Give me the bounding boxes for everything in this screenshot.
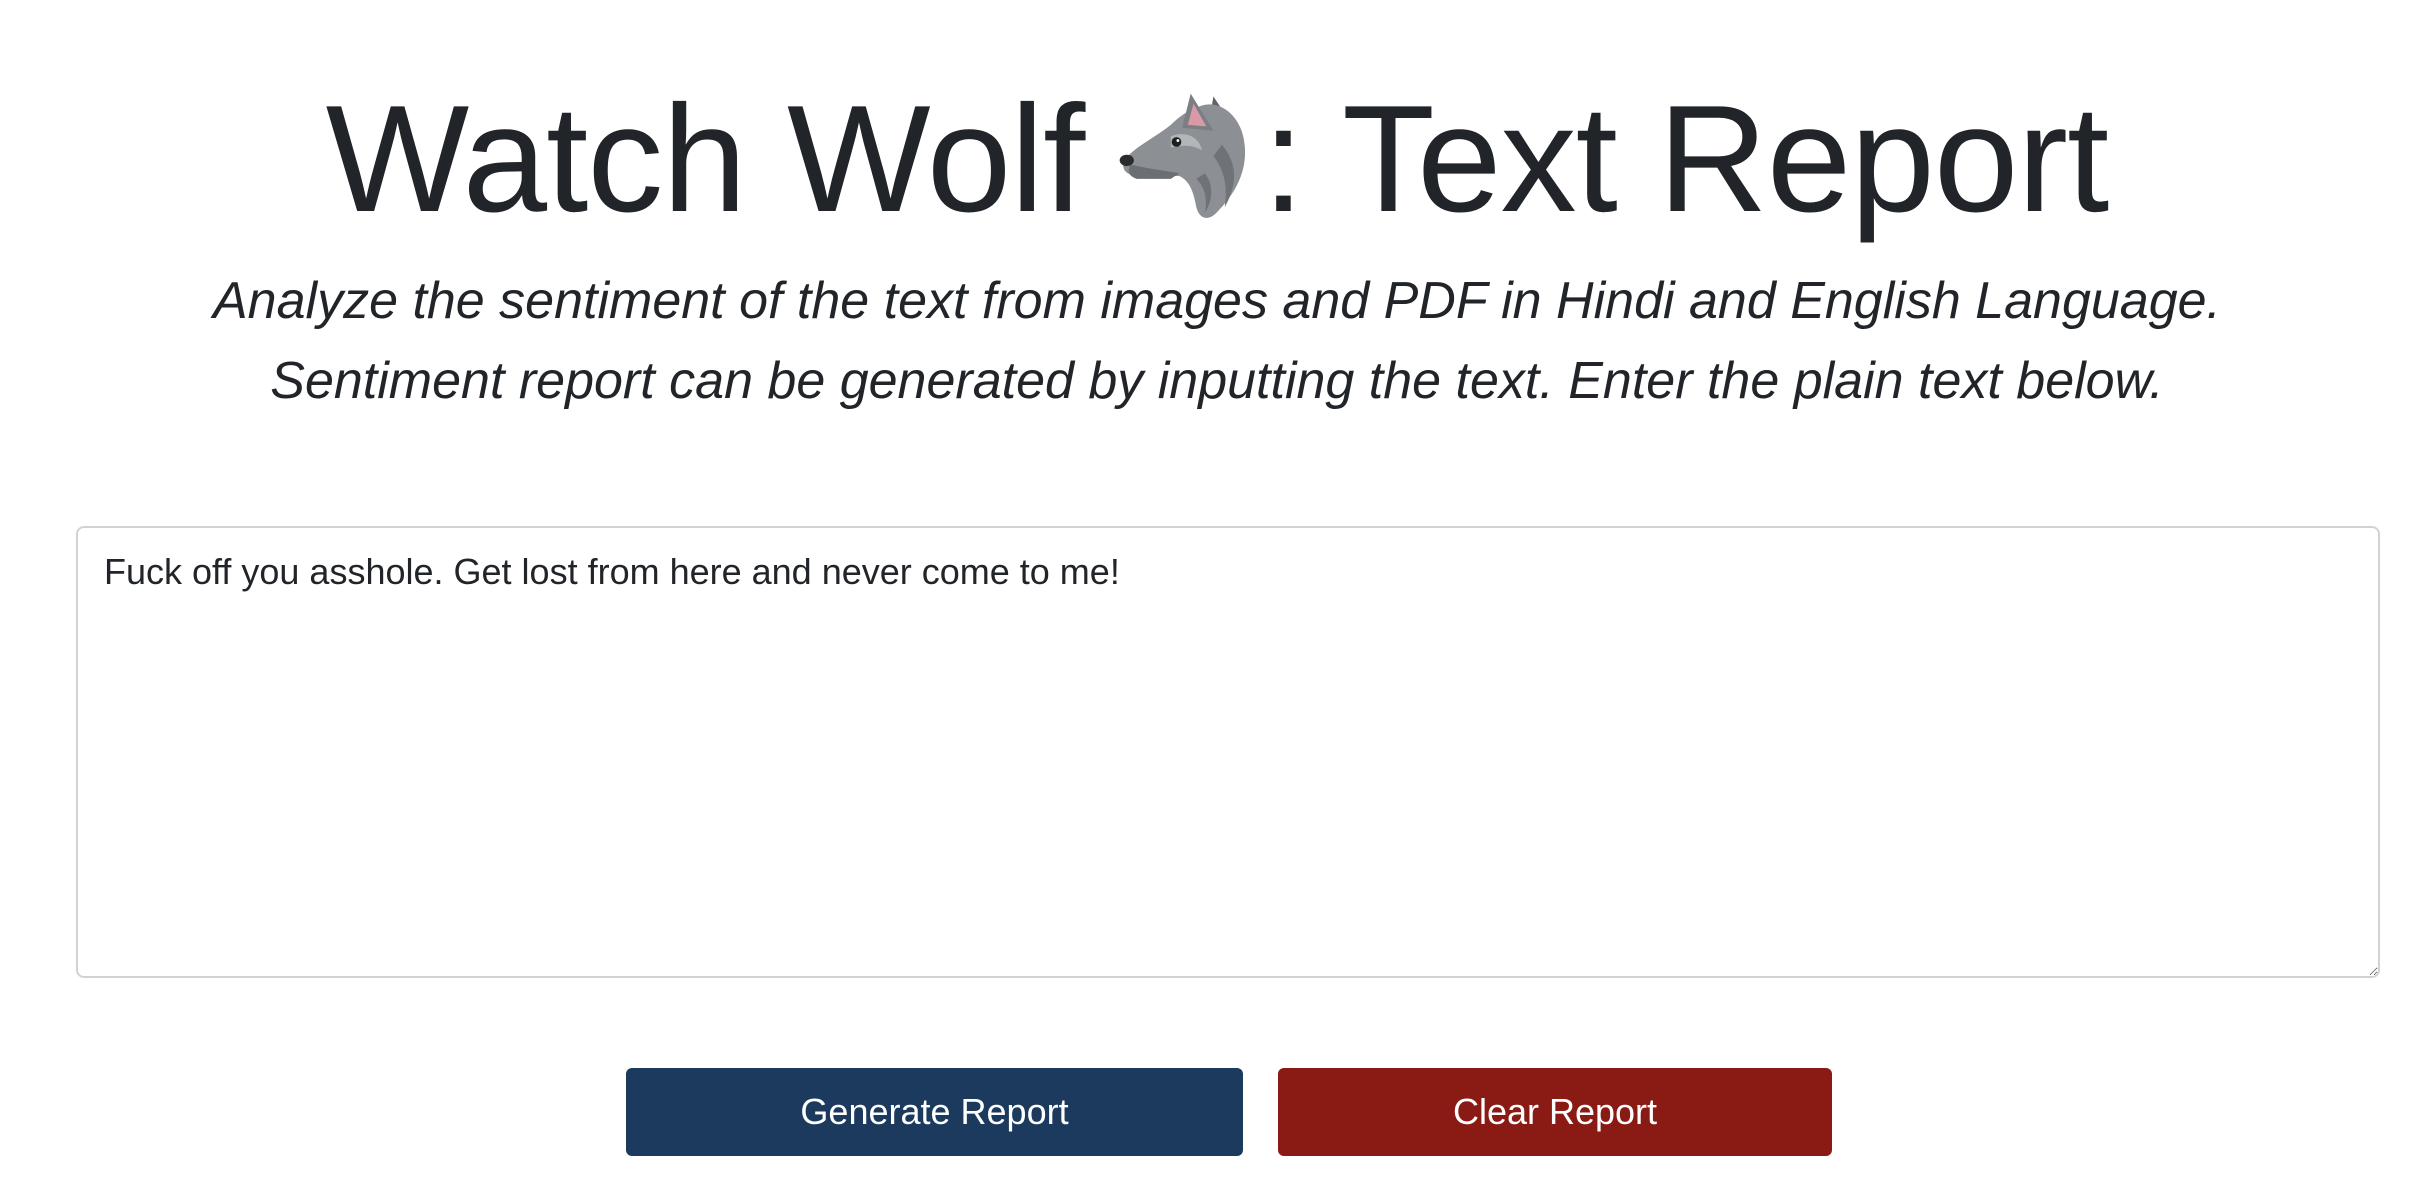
clear-report-button[interactable]: Clear Report — [1278, 1068, 1832, 1156]
generate-report-button[interactable]: Generate Report — [626, 1068, 1243, 1156]
description-line-1: Analyze the sentiment of the text from i… — [213, 272, 2221, 330]
description-line-2: Sentiment report can be generated by inp… — [270, 352, 2164, 410]
title-prefix: Watch Wolf — [325, 73, 1086, 244]
title-suffix: : Text Report — [1262, 73, 2109, 244]
text-input[interactable]: Fuck off you asshole. Get lost from here… — [76, 526, 2380, 978]
page-title: Watch Wolf : Text Report — [0, 62, 2434, 244]
wolf-icon — [1114, 88, 1256, 230]
